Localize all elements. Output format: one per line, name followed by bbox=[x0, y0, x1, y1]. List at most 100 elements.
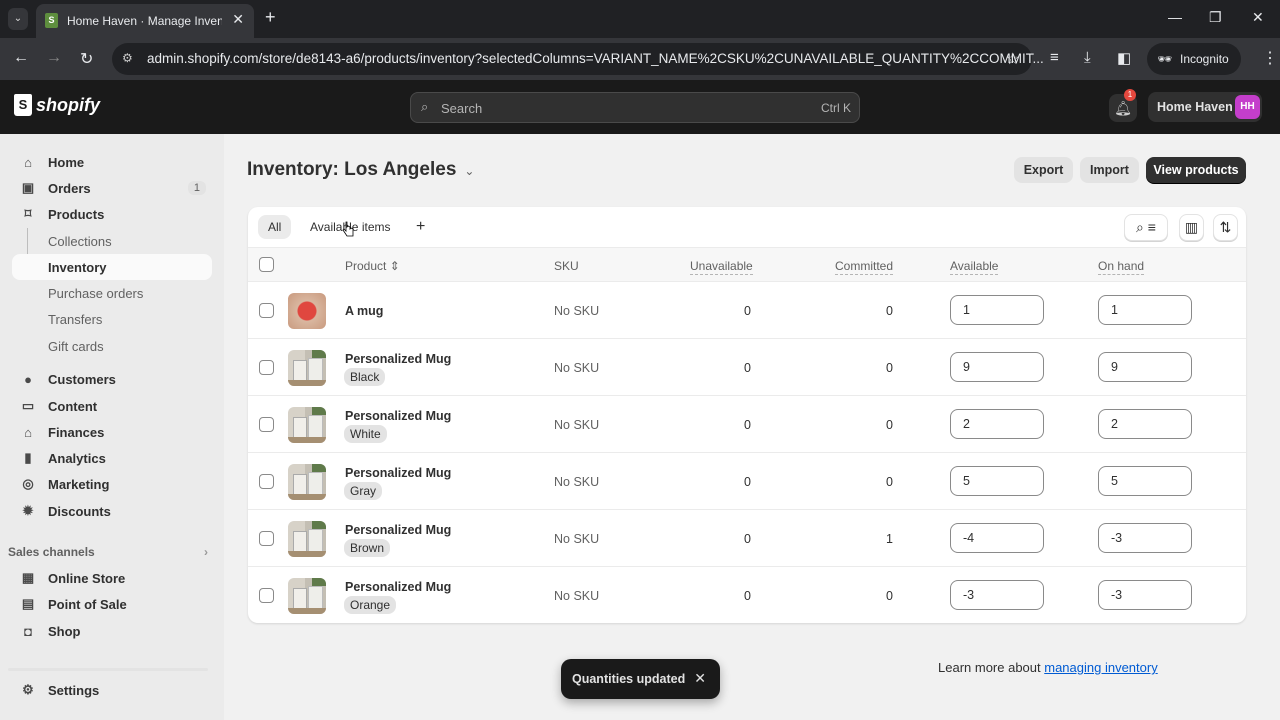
sidebar-item-customers[interactable]: ● Customers bbox=[12, 366, 212, 392]
available-quantity-input[interactable] bbox=[950, 466, 1044, 496]
sidebar-item-collections[interactable]: Collections bbox=[12, 228, 212, 254]
table-row[interactable]: Personalized Mug Black No SKU 0 0 bbox=[248, 339, 1246, 396]
on-hand-quantity-input[interactable] bbox=[1098, 352, 1192, 382]
column-unavailable[interactable]: Unavailable bbox=[690, 259, 753, 275]
browser-toolbar: ← → ↻ ⚙ admin.shopify.com/store/de8143-a… bbox=[0, 38, 1280, 80]
sort-button[interactable]: ⇅ bbox=[1213, 214, 1238, 241]
product-thumbnail[interactable] bbox=[288, 521, 326, 557]
close-window-icon[interactable]: ✕ bbox=[1252, 9, 1264, 26]
sidebar-item-content[interactable]: ▭ Content bbox=[12, 393, 212, 419]
sidebar-item-gift-cards[interactable]: Gift cards bbox=[12, 333, 212, 359]
product-thumbnail[interactable] bbox=[288, 293, 326, 329]
content-icon: ▭ bbox=[21, 398, 35, 413]
managing-inventory-link[interactable]: managing inventory bbox=[1044, 660, 1157, 675]
column-product[interactable]: Product ⇕ bbox=[345, 259, 400, 273]
table-row[interactable]: Personalized Mug Gray No SKU 0 0 bbox=[248, 453, 1246, 510]
tab-all[interactable]: All bbox=[258, 215, 292, 239]
row-checkbox[interactable] bbox=[259, 303, 274, 318]
search-placeholder: Search bbox=[441, 101, 483, 116]
sidebar-item-point-of-sale[interactable]: ▤ Point of Sale bbox=[12, 591, 212, 617]
sidebar-item-finances[interactable]: ⌂ Finances bbox=[12, 419, 212, 445]
table-row[interactable]: A mug No SKU 0 0 bbox=[248, 282, 1246, 339]
product-name[interactable]: Personalized Mug bbox=[345, 466, 451, 480]
available-quantity-input[interactable] bbox=[950, 295, 1044, 325]
add-view-button[interactable]: + bbox=[406, 215, 435, 239]
tab-search-button[interactable]: ⌄ bbox=[8, 8, 28, 30]
inventory-table-card: All Available items + ⌕ ≡ ▥ ⇅ Product ⇕ … bbox=[248, 207, 1246, 623]
download-icon[interactable]: ⤓ bbox=[1084, 49, 1091, 66]
table-row[interactable]: Personalized Mug Brown No SKU 0 1 bbox=[248, 510, 1246, 567]
on-hand-quantity-input[interactable] bbox=[1098, 295, 1192, 325]
browser-menu-icon[interactable]: ⋮ bbox=[1262, 48, 1278, 68]
product-thumbnail[interactable] bbox=[288, 350, 326, 386]
on-hand-quantity-input[interactable] bbox=[1098, 580, 1192, 610]
sidebar-item-products[interactable]: ⌑ Products bbox=[12, 201, 212, 227]
sidebar-item-orders[interactable]: ▣ Orders 1 bbox=[12, 175, 212, 201]
sidebar-item-home[interactable]: ⌂ Home bbox=[12, 149, 212, 175]
sidebar-item-settings[interactable]: ⚙ Settings bbox=[12, 677, 212, 703]
search-filter-button[interactable]: ⌕ ≡ bbox=[1124, 214, 1168, 241]
restore-icon[interactable]: ❐ bbox=[1209, 9, 1222, 26]
import-button[interactable]: Import bbox=[1080, 157, 1139, 183]
store-menu-button[interactable]: Home Haven HH bbox=[1148, 92, 1262, 122]
on-hand-quantity-input[interactable] bbox=[1098, 409, 1192, 439]
available-quantity-input[interactable] bbox=[950, 352, 1044, 382]
shopify-logo[interactable]: S shopify bbox=[14, 94, 100, 116]
export-button[interactable]: Export bbox=[1014, 157, 1073, 183]
available-quantity-input[interactable] bbox=[950, 523, 1044, 553]
sort-icon: ⇅ bbox=[1219, 219, 1232, 235]
search-input[interactable]: ⌕ Search Ctrl K bbox=[410, 92, 860, 123]
new-tab-button[interactable]: + bbox=[265, 7, 276, 28]
select-all-checkbox[interactable] bbox=[259, 257, 274, 272]
column-available[interactable]: Available bbox=[950, 259, 999, 275]
sidebar-item-marketing[interactable]: ◎ Marketing bbox=[12, 471, 212, 497]
product-name[interactable]: Personalized Mug bbox=[345, 352, 451, 366]
bookmark-star-icon[interactable]: ☆ bbox=[1006, 49, 1020, 69]
table-row[interactable]: Personalized Mug Orange No SKU 0 0 bbox=[248, 567, 1246, 623]
row-checkbox[interactable] bbox=[259, 417, 274, 432]
row-checkbox[interactable] bbox=[259, 474, 274, 489]
product-name[interactable]: Personalized Mug bbox=[345, 580, 451, 594]
close-tab-icon[interactable]: ✕ bbox=[232, 11, 244, 28]
column-on-hand[interactable]: On hand bbox=[1098, 259, 1145, 275]
browser-tab[interactable]: S Home Haven · Manage Inventory ✕ bbox=[36, 4, 254, 38]
view-products-button[interactable]: View products bbox=[1146, 157, 1246, 183]
product-name[interactable]: A mug bbox=[345, 304, 383, 318]
sidebar-item-shop[interactable]: ◘ Shop bbox=[12, 618, 212, 644]
unavailable-value: 0 bbox=[744, 532, 751, 546]
sidebar-item-inventory[interactable]: Inventory bbox=[12, 254, 212, 280]
toast-close-icon[interactable]: ✕ bbox=[694, 670, 706, 687]
row-checkbox[interactable] bbox=[259, 360, 274, 375]
available-quantity-input[interactable] bbox=[950, 580, 1044, 610]
row-checkbox[interactable] bbox=[259, 588, 274, 603]
back-icon[interactable]: ← bbox=[13, 49, 29, 67]
sales-channels-header[interactable]: Sales channels › bbox=[8, 545, 208, 559]
media-icon[interactable]: ≡ bbox=[1050, 49, 1059, 66]
side-panel-icon[interactable]: ◧ bbox=[1117, 49, 1131, 67]
product-thumbnail[interactable] bbox=[288, 464, 326, 500]
column-committed[interactable]: Committed bbox=[835, 259, 894, 275]
site-info-icon[interactable]: ⚙ bbox=[122, 51, 133, 65]
forward-icon[interactable]: → bbox=[46, 49, 62, 67]
minimize-icon[interactable]: — bbox=[1168, 9, 1182, 25]
on-hand-quantity-input[interactable] bbox=[1098, 466, 1192, 496]
product-name[interactable]: Personalized Mug bbox=[345, 523, 451, 537]
unavailable-value: 0 bbox=[744, 589, 751, 603]
incognito-badge[interactable]: 🕶 Incognito bbox=[1147, 43, 1241, 75]
reload-icon[interactable]: ↻ bbox=[80, 49, 93, 69]
available-quantity-input[interactable] bbox=[950, 409, 1044, 439]
row-checkbox[interactable] bbox=[259, 531, 274, 546]
product-name[interactable]: Personalized Mug bbox=[345, 409, 451, 423]
address-bar[interactable]: ⚙ admin.shopify.com/store/de8143-a6/prod… bbox=[112, 43, 1044, 75]
product-thumbnail[interactable] bbox=[288, 578, 326, 614]
sidebar-item-analytics[interactable]: ▮ Analytics bbox=[12, 445, 212, 471]
sidebar-item-discounts[interactable]: ✹ Discounts bbox=[12, 498, 212, 524]
sidebar-item-online-store[interactable]: ▦ Online Store bbox=[12, 565, 212, 591]
sidebar-item-purchase-orders[interactable]: Purchase orders bbox=[12, 280, 212, 306]
columns-button[interactable]: ▥ bbox=[1179, 214, 1204, 241]
product-thumbnail[interactable] bbox=[288, 407, 326, 443]
sidebar-item-transfers[interactable]: Transfers bbox=[12, 306, 212, 332]
table-row[interactable]: Personalized Mug White No SKU 0 0 bbox=[248, 396, 1246, 453]
on-hand-quantity-input[interactable] bbox=[1098, 523, 1192, 553]
page-title[interactable]: Inventory: Los Angeles ⌄ bbox=[247, 159, 474, 181]
